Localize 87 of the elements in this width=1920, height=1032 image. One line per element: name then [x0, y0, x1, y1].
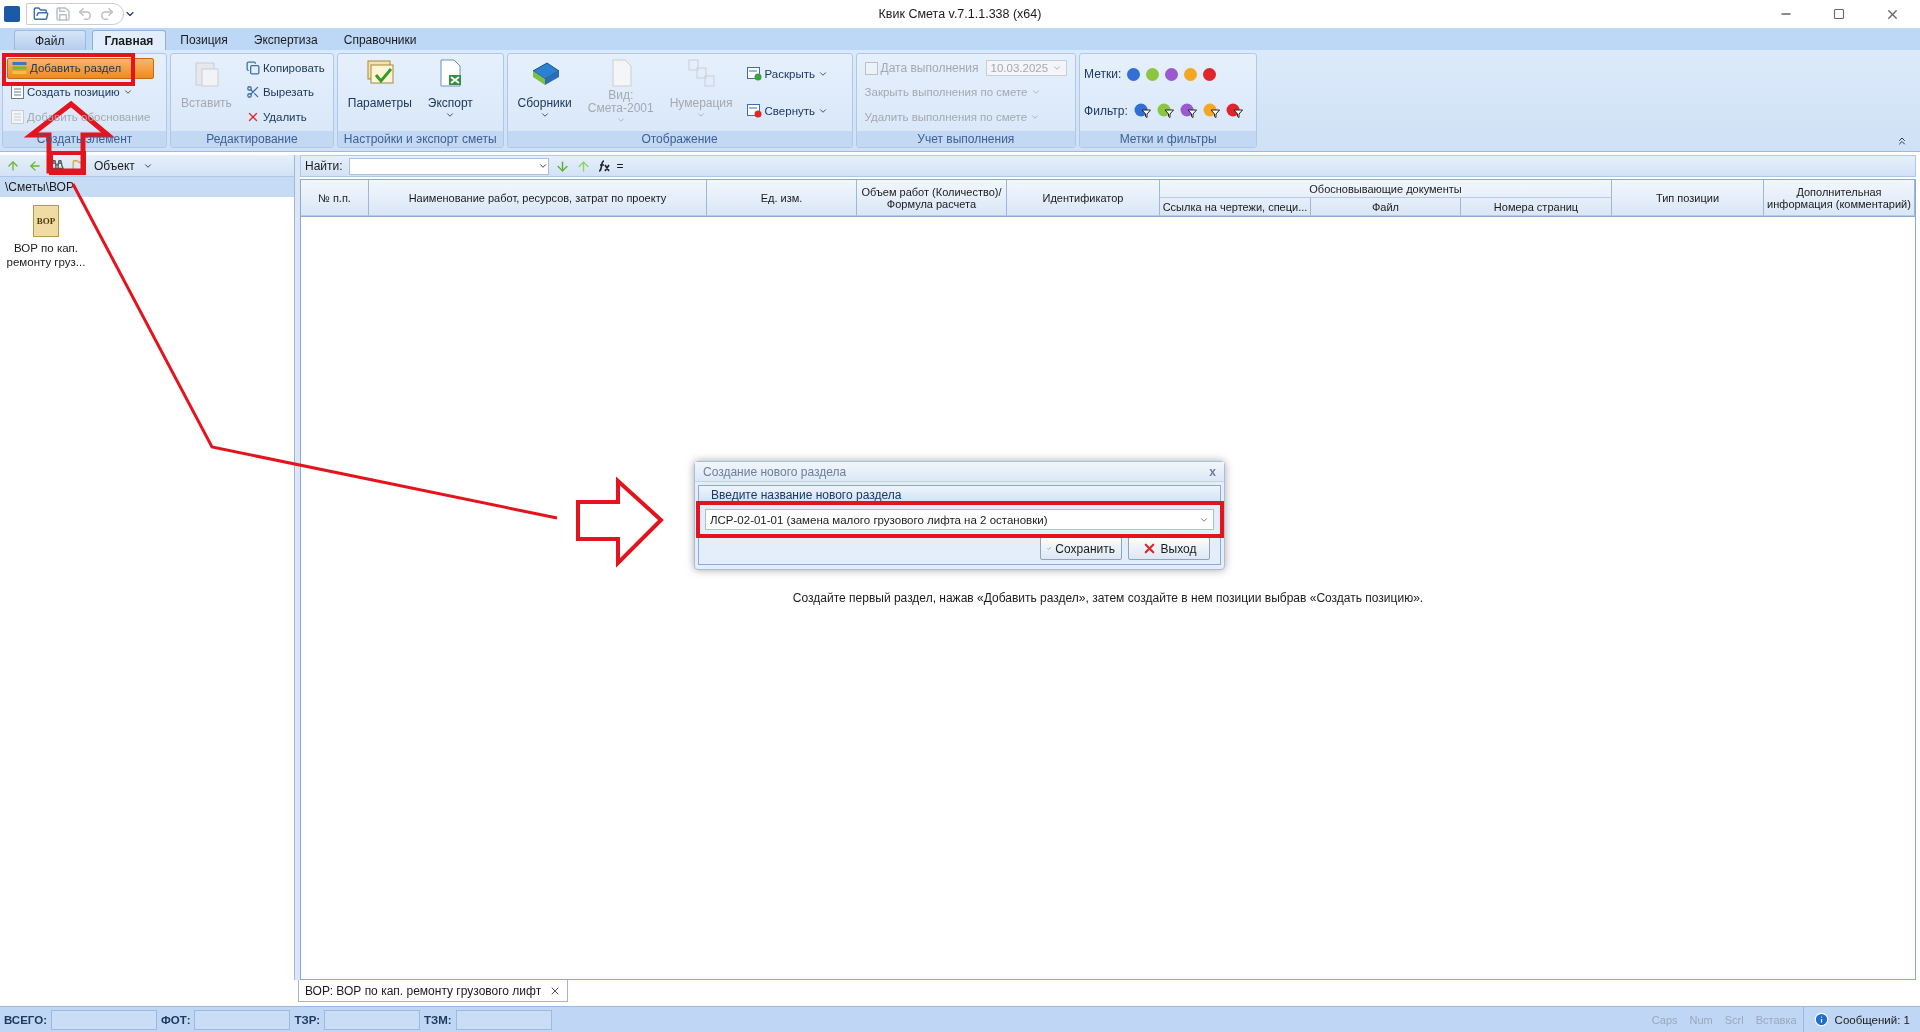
expand-icon: [746, 67, 762, 82]
down-arrow-icon: [554, 158, 570, 174]
column-header: Ед. изм.: [707, 180, 857, 216]
column-header: Наименование работ, ресурсов, затрат по проекту: [369, 180, 707, 216]
group-title: Метки и фильтры: [1119, 132, 1217, 146]
save-button[interactable]: Сохранить: [1040, 537, 1122, 560]
section-name-field[interactable]: ЛСР-02-01-01 (замена малого грузового лифта на 2 остановки): [705, 509, 1214, 530]
column-header: № п.п.: [301, 180, 369, 216]
info-icon: [1813, 1012, 1829, 1027]
restore-icon: [1833, 8, 1845, 20]
ribbon-button[interactable]: Копировать: [241, 57, 329, 79]
column-header: Номера страниц: [1461, 198, 1612, 216]
group-title: Отображение: [641, 132, 718, 146]
column-header: Дополнительная информация (комментарий): [1764, 180, 1915, 216]
key-indicator: Caps: [1650, 1013, 1679, 1026]
dialog-title: Создание нового раздела: [703, 464, 847, 479]
column-header: Идентификатор: [1007, 180, 1160, 216]
ribbon-button[interactable]: Добавить раздел: [7, 57, 155, 79]
redo-icon: [99, 6, 115, 22]
ribbon-tab[interactable]: Позиция: [168, 30, 240, 50]
checkbox-label: Дата выполнения: [880, 61, 979, 76]
column-header: Обосновывающие документы: [1160, 180, 1612, 198]
ribbon-button[interactable]: Создать позицию: [7, 82, 155, 103]
path-bar: \Сметы\ВОР: [0, 177, 294, 197]
column-header: Объем работ (Количество)/ Формула расчета: [857, 180, 1007, 216]
save-icon: [55, 6, 71, 22]
filter-icon[interactable]: [1156, 103, 1174, 119]
close-button[interactable]: x: [1209, 464, 1216, 479]
group-title: Учет выполнения: [917, 132, 1015, 146]
ribbon-button[interactable]: Экспорт: [421, 56, 479, 129]
filter-icon[interactable]: [1179, 103, 1197, 119]
ribbon-button[interactable]: Раскрыть: [742, 63, 832, 85]
file-tab[interactable]: Файл: [14, 30, 86, 50]
ribbon-button[interactable]: Удалить: [241, 106, 329, 128]
filter-icon[interactable]: [1133, 103, 1151, 119]
equals-button[interactable]: =: [616, 159, 624, 173]
highlight-frame: [49, 151, 86, 175]
toolbar-label: Объект: [94, 158, 135, 173]
color-mark[interactable]: [1184, 67, 1198, 81]
color-mark[interactable]: [1203, 67, 1217, 81]
find-field[interactable]: [348, 157, 549, 175]
key-indicator: Вставка: [1754, 1013, 1798, 1026]
status-label: ТЗР:: [293, 1013, 322, 1026]
empty-message: Создайте первый раздел, нажав «Добавить раздел», затем создайте в нем позиции выбрав «Создать позицию».: [792, 591, 1424, 605]
app-icon: [4, 6, 20, 22]
color-mark[interactable]: [1127, 67, 1141, 81]
caret-icon: [537, 161, 548, 171]
status-label: ФОТ:: [160, 1013, 192, 1026]
filter-icon[interactable]: [1225, 103, 1243, 119]
collapse-icon: [746, 103, 762, 118]
formula-icon: [596, 160, 611, 172]
open-icon: [33, 6, 49, 22]
ribbon-button[interactable]: Параметры: [341, 56, 418, 129]
ribbon-button[interactable]: Вырезать: [241, 82, 329, 103]
document-tab[interactable]: ВОР: ВОР по кап. ремонту грузового лифт: [298, 980, 569, 1002]
status-label: ТЗМ:: [423, 1013, 453, 1026]
undo-icon: [77, 6, 93, 22]
list-icon: [11, 109, 24, 124]
document-icon[interactable]: ВОР: [33, 205, 59, 237]
column-header: Ссылка на чертежи, специ...: [1160, 198, 1311, 216]
find-label: Найти:: [305, 159, 343, 173]
layers-icon: [12, 61, 27, 76]
up-arrow-icon: [6, 158, 20, 173]
ribbon-tab[interactable]: Экспертиза: [241, 30, 330, 50]
marks-label: Фильтр:: [1084, 103, 1128, 118]
file-name: ВОР по кап. ремонту груз...: [6, 241, 86, 269]
key-indicator: Scrl: [1723, 1013, 1745, 1026]
ribbon-tab[interactable]: Справочники: [331, 30, 429, 50]
status-label: ВСЕГО:: [3, 1013, 48, 1026]
column-header: Файл: [1311, 198, 1461, 216]
collapse-ribbon-icon[interactable]: [1896, 135, 1908, 147]
numbers-icon: [685, 57, 718, 89]
ribbon-tab[interactable]: Главная: [91, 30, 167, 50]
exit-button[interactable]: Выход: [1128, 537, 1210, 560]
column-header: Тип позиции: [1612, 180, 1764, 216]
window-title: Квик Смета v.7.1.1.338 (x64): [878, 7, 1042, 21]
group-title: Настройки и экспорт сметы: [343, 132, 497, 146]
ribbon-button[interactable]: Сборники: [511, 56, 578, 129]
marks-label: Метки:: [1084, 67, 1122, 82]
copy-icon: [245, 61, 260, 76]
filter-icon[interactable]: [1202, 103, 1220, 119]
group-title: Редактирование: [206, 132, 298, 146]
messages-count[interactable]: Сообщений: 1: [1834, 1013, 1910, 1026]
color-mark[interactable]: [1165, 67, 1179, 81]
scissors-icon: [245, 85, 260, 100]
ribbon-button[interactable]: Свернуть: [742, 100, 832, 122]
color-mark[interactable]: [1146, 67, 1160, 81]
